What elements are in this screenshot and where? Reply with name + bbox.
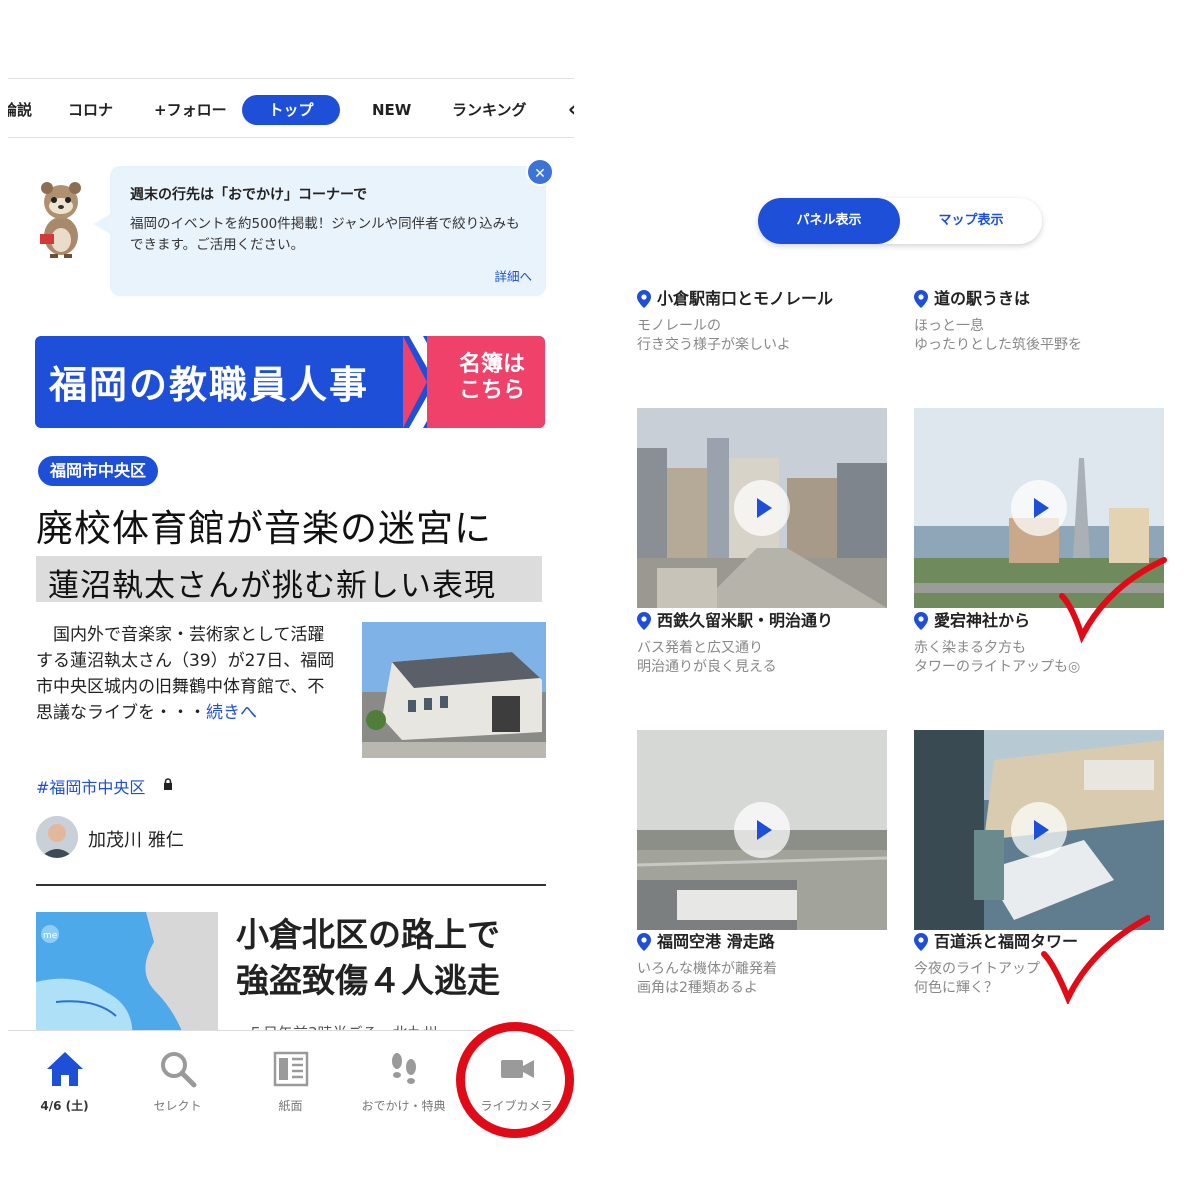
- camera-desc-line2: タワーのライトアップも◎: [914, 659, 1081, 675]
- news-app-screen: 論説 コロナ +フォロー トップ NEW ランキング く 週末の行先は「おでかけ…: [8, 78, 574, 1123]
- notice-body: 福岡のイベントを約500件掲載！ジャンルや同伴者で絞り込みもできます。ご活用くだ…: [130, 216, 520, 253]
- camera-title-text: 道の駅うきは: [934, 289, 1031, 308]
- nav-item-paper[interactable]: 紙面: [234, 1031, 347, 1123]
- tab-top[interactable]: トップ: [242, 95, 340, 125]
- tab-new[interactable]: NEW: [372, 95, 411, 125]
- camera-title-text: 愛宕神社から: [934, 611, 1031, 630]
- nav-item-select[interactable]: セレクト: [121, 1031, 234, 1123]
- tab-corona[interactable]: コロナ: [68, 95, 113, 125]
- location-pin-icon: [914, 612, 928, 630]
- camera-desc-line1: いろんな機体が離発着: [637, 961, 777, 977]
- tab-ranking[interactable]: ランキング: [452, 95, 527, 125]
- camera-card[interactable]: 道の駅うきは ほっと一息 ゆったりとした筑後平野を: [914, 287, 1164, 355]
- camera-desc-line2: ゆったりとした筑後平野を: [914, 337, 1082, 353]
- nav-item-outing[interactable]: おでかけ・特典: [347, 1031, 460, 1123]
- svg-text:me: me: [43, 931, 58, 941]
- banner-side-panel: 名簿は こちら: [403, 336, 545, 428]
- banner-main-text: 福岡の教職員人事: [49, 363, 370, 407]
- nav-label-outing: おでかけ・特典: [361, 1099, 446, 1113]
- camera-thumbnail[interactable]: [637, 730, 887, 930]
- play-icon[interactable]: [734, 480, 790, 536]
- camera-thumbnail[interactable]: [637, 408, 887, 608]
- camera-title: 西鉄久留米駅・明治通り: [637, 609, 837, 633]
- article-hashtag[interactable]: #福岡市中央区: [36, 774, 145, 798]
- article-lede-text: 国内外で音楽家・芸術家として活躍する蓮沼執太さん（39）が27日、福岡市中央区城…: [36, 625, 335, 723]
- camera-card[interactable]: 西鉄久留米駅・明治通り バス発着と広又通り 明治通りが良く見える: [637, 609, 837, 677]
- camera-title-text: 小倉駅南口とモノレール: [657, 289, 834, 308]
- nav-label-select: セレクト: [153, 1099, 202, 1113]
- camera-title: 小倉駅南口とモノレール: [637, 287, 837, 311]
- notice-title: 週末の行先は「おでかけ」コーナーで: [130, 187, 368, 203]
- play-icon[interactable]: [1011, 480, 1067, 536]
- camera-desc-line1: ほっと一息: [914, 318, 984, 334]
- section-divider: [36, 884, 546, 886]
- article-lede: 国内外で音楽家・芸術家として活躍する蓮沼執太さん（39）が27日、福岡市中央区城…: [36, 622, 336, 726]
- camera-card[interactable]: 小倉駅南口とモノレール モノレールの 行き交う様子が楽しいよ: [637, 287, 837, 355]
- camera-title-text: 西鉄久留米駅・明治通り: [657, 611, 834, 630]
- camera-desc-line2: 明治通りが良く見える: [637, 659, 777, 675]
- annotation-checkmark: [1041, 915, 1150, 1004]
- article-headline[interactable]: 廃校体育館が音楽の迷宮に: [36, 498, 492, 552]
- article2-headline-line1: 小倉北区の路上で: [236, 915, 500, 954]
- tab-overflow[interactable]: く: [566, 97, 574, 123]
- banner-side-line1: 名簿は: [458, 352, 525, 377]
- read-more-link[interactable]: 続きへ: [206, 703, 257, 723]
- nav-label-date: 4/6 (土): [40, 1099, 89, 1113]
- camera-desc: ほっと一息 ゆったりとした筑後平野を: [914, 317, 1164, 355]
- annotation-checkmark: [1059, 557, 1167, 644]
- newspaper-icon: [273, 1051, 309, 1087]
- camera-desc-line2: 行き交う様子が楽しいよ: [637, 337, 791, 353]
- info-notice-card: 週末の行先は「おでかけ」コーナーで 福岡のイベントを約500件掲載！ジャンルや同…: [94, 166, 546, 296]
- camera-desc-line1: バス発着と広又通り: [637, 640, 763, 656]
- play-icon[interactable]: [734, 802, 790, 858]
- banner-side-line2: こちら: [458, 378, 525, 403]
- location-pin-icon: [914, 933, 928, 951]
- banner-side-text: 名簿は こちら: [447, 352, 537, 404]
- author-avatar[interactable]: [36, 816, 78, 858]
- category-tabs: 論説 コロナ +フォロー トップ NEW ランキング く: [8, 78, 574, 138]
- camera-desc: モノレールの 行き交う様子が楽しいよ: [637, 317, 837, 355]
- camera-desc: バス発着と広又通り 明治通りが良く見える: [637, 639, 837, 677]
- view-toggle: パネル表示 マップ表示: [758, 198, 1042, 244]
- article-subhead: 蓮沼執太さんが挑む新しい表現: [48, 568, 496, 604]
- notice-detail-link[interactable]: 詳細へ: [494, 266, 532, 285]
- screenshot-composite: 論説 コロナ +フォロー トップ NEW ランキング く 週末の行先は「おでかけ…: [0, 0, 1200, 1199]
- article2-headline[interactable]: 小倉北区の路上で 強盗致傷４人逃走: [236, 912, 500, 1004]
- author-name[interactable]: 加茂川 雅仁: [88, 826, 184, 852]
- article-subhead-box: 蓮沼執太さんが挑む新しい表現: [36, 556, 542, 604]
- footprints-icon: [392, 1053, 416, 1084]
- play-icon[interactable]: [1011, 802, 1067, 858]
- nav-item-home[interactable]: 4/6 (土): [8, 1031, 121, 1123]
- camera-desc-line1: モノレールの: [637, 318, 721, 334]
- annotation-circle: [456, 1022, 574, 1138]
- lock-icon: [164, 778, 172, 790]
- mascot-illustration: [40, 182, 81, 258]
- home-icon: [47, 1052, 83, 1086]
- location-pin-icon: [914, 290, 928, 308]
- map-view-button[interactable]: マップ表示: [900, 198, 1042, 244]
- camera-card[interactable]: 福岡空港 滑走路 いろんな機体が離発着 画角は2種類あるよ: [637, 930, 887, 998]
- author-photo: [36, 816, 78, 858]
- article2-map-thumbnail[interactable]: me: [36, 912, 218, 1042]
- notice-close-icon[interactable]: ✕: [526, 158, 554, 186]
- nav-label-paper: 紙面: [278, 1099, 303, 1113]
- location-pin-icon: [637, 933, 651, 951]
- camera-desc-line2: 画角は2種類あるよ: [637, 980, 758, 996]
- location-pin-icon: [637, 612, 651, 630]
- article-photo[interactable]: [362, 622, 546, 758]
- camera-title: 道の駅うきは: [914, 287, 1164, 311]
- article2-headline-line2: 強盗致傷４人逃走: [236, 961, 500, 1000]
- camera-thumbnail[interactable]: [914, 730, 1164, 930]
- tab-editorial[interactable]: 論説: [8, 95, 32, 125]
- camera-title-text: 福岡空港 滑走路: [657, 932, 775, 951]
- location-pin-icon: [637, 290, 651, 308]
- camera-desc: いろんな機体が離発着 画角は2種類あるよ: [637, 960, 887, 998]
- tab-follow[interactable]: +フォロー: [154, 95, 227, 125]
- teacher-personnel-banner[interactable]: 福岡の教職員人事 名簿は こちら: [35, 336, 545, 428]
- search-icon: [161, 1052, 197, 1088]
- panel-view-button[interactable]: パネル表示: [758, 198, 900, 244]
- camera-title: 福岡空港 滑走路: [637, 930, 887, 954]
- region-tag[interactable]: 福岡市中央区: [38, 456, 159, 486]
